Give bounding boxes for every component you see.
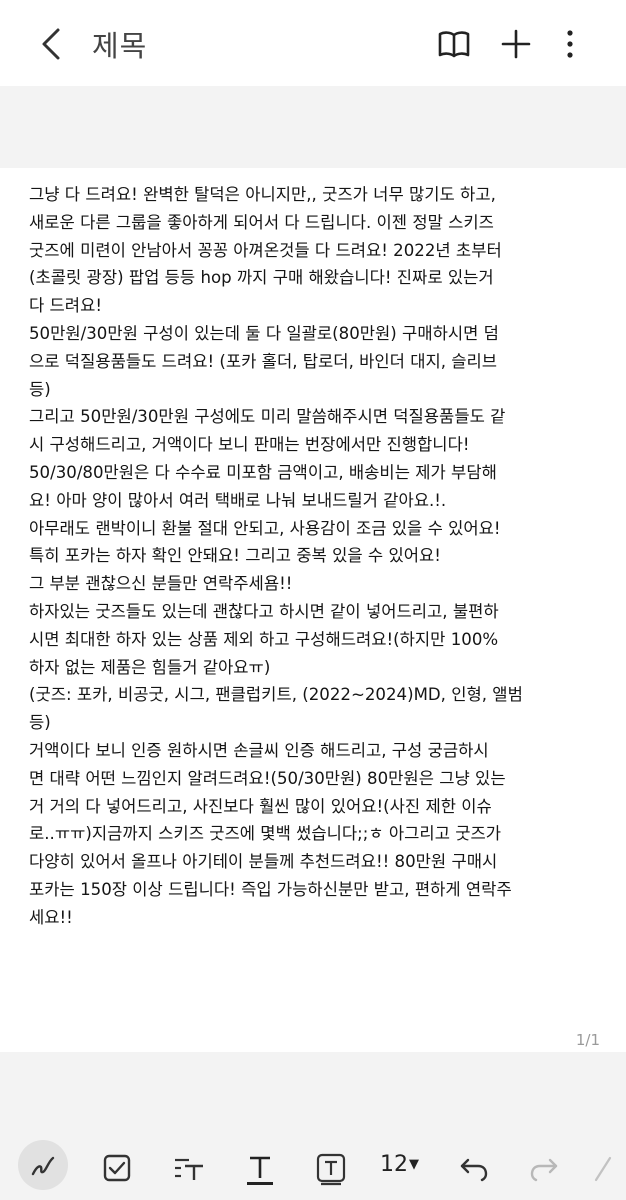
note-line: 시면 최대한 하자 있는 상품 제외 하고 구성해드려요!(하지만 100% <box>29 629 499 649</box>
checkbox-icon[interactable] <box>99 1150 135 1186</box>
note-line: 50만원/30만원 구성이 있는데 둘 다 일괄로(80만원) 구매하시면 덤 <box>29 323 499 343</box>
note-line: 으로 덕질용품들도 드려요! (포카 홀더, 탑로더, 바인더 대지, 슬리브 <box>29 351 498 371</box>
note-line: 세요!! <box>29 907 73 927</box>
app-header: 제목 <box>0 0 626 86</box>
header-spacer <box>0 86 626 168</box>
note-line: 50/30/80만원은 다 수수료 미포함 금액이고, 배송비는 제가 부담해 <box>29 462 497 482</box>
book-icon[interactable] <box>434 24 474 64</box>
page-indicator: 1/1 <box>575 1031 600 1049</box>
note-line: 거액이다 보니 인증 원하시면 손글씨 인증 해드리고, 구성 궁금하시 <box>29 740 489 760</box>
note-line: 그냥 다 드려요! 완벽한 탈덕은 아니지만,, 굿즈가 너무 많기도 하고, <box>29 185 496 204</box>
note-body-text[interactable]: 그냥 다 드려요! 완벽한 탈덕은 아니지만,, 굿즈가 너무 많기도 하고, 새… <box>29 181 609 932</box>
undo-icon[interactable] <box>456 1150 492 1186</box>
underline-text-icon[interactable] <box>242 1150 278 1186</box>
redo-icon[interactable] <box>526 1150 562 1186</box>
note-line: 시 구성해드리고, 거액이다 보니 판매는 번장에서만 진행합니다! <box>29 435 470 455</box>
note-page[interactable]: 그냥 다 드려요! 완벽한 탈덕은 아니지만,, 굿즈가 너무 많기도 하고, 새… <box>0 168 626 1052</box>
note-line: 요! 아마 양이 많아서 여러 택배로 나눠 보내드릴거 같아요.!. <box>29 490 447 510</box>
note-line: 다 드려요! <box>29 296 102 316</box>
note-line: 새로운 다른 그룹을 좋아하게 되어서 다 드립니다. 이젠 정말 스키즈 <box>29 212 494 232</box>
note-line: 하자 없는 제품은 힘들거 같아요ㅠ) <box>29 657 271 677</box>
font-size-value: 12 <box>380 1152 408 1177</box>
pen-icon <box>31 1156 55 1176</box>
note-line: 등) <box>29 713 51 733</box>
chevron-left-icon[interactable] <box>32 24 72 64</box>
note-line: (굿즈: 포카, 비공굿, 시그, 팬클럽키트, (2022~2024)MD, … <box>29 685 523 705</box>
note-line: 그 부분 괜찮으신 분들만 연락주세욤!! <box>29 574 293 594</box>
note-line: 하자있는 굿즈들도 있는데 괜찮다고 하시면 같이 넣어드리고, 불편하 <box>29 601 499 621</box>
handwriting-button[interactable] <box>18 1140 68 1190</box>
more-vertical-icon[interactable] <box>550 24 590 64</box>
note-line: 그리고 50만원/30만원 구성에도 미리 말씀해주시면 덕질용품들도 같 <box>29 407 506 427</box>
note-line: 면 대략 어떤 느낌인지 알려드려요!(50/30만원) 80만원은 그냥 있는 <box>29 768 506 788</box>
note-line: 굿즈에 미련이 안남아서 꽁꽁 아껴온것들 다 드려요! 2022년 초부터 <box>29 240 502 260</box>
text-style-icon[interactable] <box>171 1150 207 1186</box>
plus-icon[interactable] <box>496 24 536 64</box>
note-line: 포카는 150장 이상 드립니다! 즉입 가능하신분만 받고, 편하게 연락주 <box>29 879 512 899</box>
active-indicator <box>247 1182 273 1185</box>
note-line: 로..ㅠㅠ)지금까지 스키즈 굿즈에 몇백 썼습니다;;ㅎ 아그리고 굿즈가 <box>29 824 502 844</box>
note-line: 거 거의 다 넣어드리고, 사진보다 훨씬 많이 있어요!(사진 제한 이슈 <box>29 796 492 816</box>
caret-down-icon: ▼ <box>409 1157 419 1172</box>
font-size-selector[interactable]: 12▼ <box>380 1152 419 1177</box>
note-line: 등) <box>29 379 51 399</box>
note-line: 다양히 있어서 올프나 아기테이 분들께 추천드려요!! 80만원 구매시 <box>29 852 498 872</box>
note-line: 특히 포카는 하자 확인 안돼요! 그리고 중복 있을 수 있어요! <box>29 546 441 566</box>
eraser-icon[interactable] <box>590 1150 616 1186</box>
editor-toolbar: 12▼ <box>0 1136 626 1200</box>
page-title[interactable]: 제목 <box>92 23 147 65</box>
note-line: (초콜릿 광장) 팝업 등등 hop 까지 구매 해왔습니다! 진짜로 있는거 <box>29 268 494 288</box>
text-box-icon[interactable] <box>313 1150 349 1186</box>
note-line: 아무래도 랜박이니 환불 절대 안되고, 사용감이 조금 있을 수 있어요! <box>29 518 501 538</box>
